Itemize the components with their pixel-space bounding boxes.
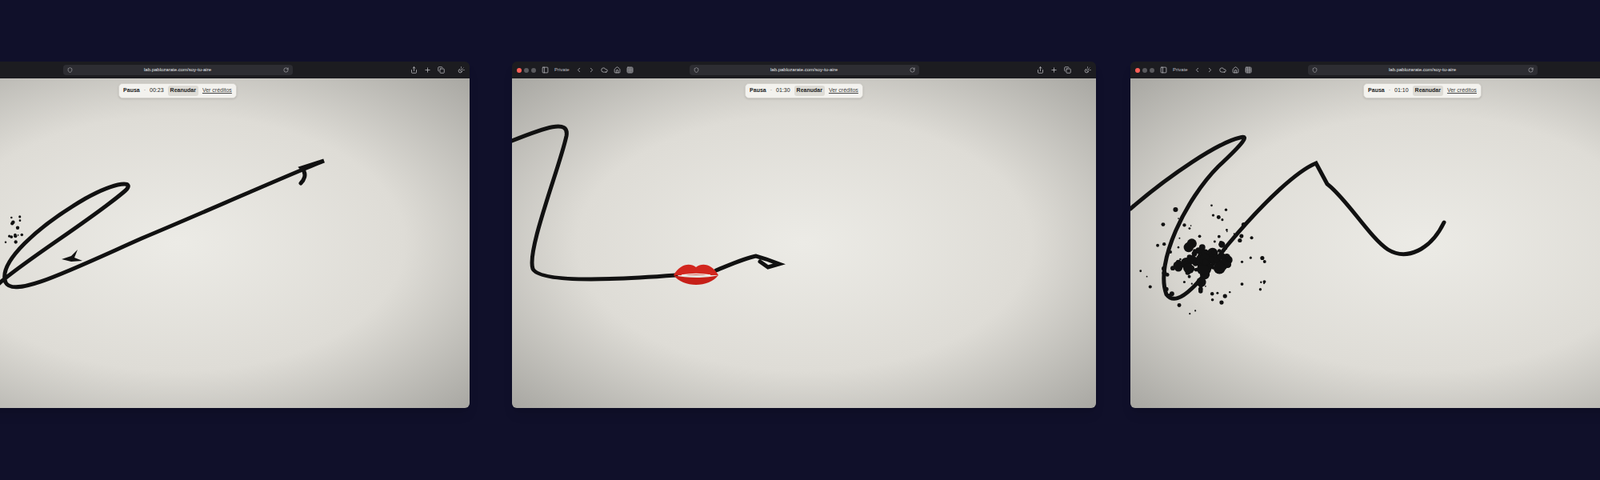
private-label: Private xyxy=(554,66,570,74)
reload-icon[interactable] xyxy=(283,67,289,73)
shield-icon xyxy=(693,67,700,73)
ink-stroke-drawing xyxy=(512,78,1096,408)
minimize-button[interactable] xyxy=(524,68,529,73)
cloud-icon[interactable] xyxy=(600,66,608,74)
tabs-icon[interactable] xyxy=(1064,66,1072,74)
browser-window: Private lab.pablozarate.com/soy-tu-aire Pa… xyxy=(1130,61,1600,408)
separator: · xyxy=(144,86,146,96)
tabs-icon[interactable] xyxy=(437,66,445,74)
forward-icon[interactable] xyxy=(1206,66,1214,74)
credits-link[interactable]: Ver créditos xyxy=(202,86,232,96)
private-label: Private xyxy=(1172,66,1188,74)
pause-button[interactable]: Pausa xyxy=(123,86,140,96)
cloud-icon[interactable] xyxy=(1219,66,1227,74)
page-canvas: Pausa ·00:23 ReanudarVer créditos xyxy=(0,78,470,408)
browser-toolbar: Private lab.pablozarate.com/soy-tu-aire xyxy=(1130,61,1600,79)
shield-icon xyxy=(67,67,73,73)
time-display: 00:23 xyxy=(149,86,164,96)
resume-button[interactable]: Reanudar xyxy=(1412,85,1444,96)
grid-icon[interactable] xyxy=(1244,66,1252,74)
credits-link[interactable]: Ver créditos xyxy=(828,86,859,96)
reload-icon[interactable] xyxy=(909,67,916,73)
minimize-button[interactable] xyxy=(1142,68,1148,73)
address-bar[interactable]: lab.pablozarate.com/soy-tu-aire xyxy=(689,64,920,76)
time-display: 01:30 xyxy=(776,86,791,96)
sidebar-icon[interactable] xyxy=(1160,66,1168,74)
url-text: lab.pablozarate.com/soy-tu-aire xyxy=(702,66,907,74)
reload-icon[interactable] xyxy=(1528,67,1534,73)
pause-button[interactable]: Pausa xyxy=(1368,86,1385,96)
playback-controls: Pausa· 01:30ReanudarVer créditos xyxy=(744,83,864,99)
separator: · xyxy=(770,86,772,96)
url-text: lab.pablozarate.com/soy-tu-aire xyxy=(76,66,280,74)
browser-toolbar: Private lab.pablozarate.com/soy-tu-aire xyxy=(512,61,1096,79)
close-button[interactable] xyxy=(1135,68,1140,73)
resume-button[interactable]: Reanudar xyxy=(794,85,825,96)
time-display: 01:10 xyxy=(1394,86,1409,96)
playback-controls: Pausa ·00:23 ReanudarVer créditos xyxy=(118,83,237,99)
showcase-background: lab.pablozarate.com/soy-tu-airePausa·00:… xyxy=(0,0,1600,480)
ink-stroke-drawing xyxy=(0,78,470,408)
pause-button[interactable]: Pausa xyxy=(749,86,767,96)
zoom-button[interactable] xyxy=(1149,68,1155,73)
page-canvas: Pausa·01:10ReanudarVer créditos xyxy=(1130,78,1600,408)
grid-icon[interactable] xyxy=(626,66,634,74)
page-canvas: Pausa· 01:30ReanudarVer créditos xyxy=(512,78,1096,408)
forward-icon[interactable] xyxy=(588,66,596,74)
close-button[interactable] xyxy=(516,68,522,73)
separator: · xyxy=(1388,86,1391,96)
browser-toolbar: lab.pablozarate.com/soy-tu-aire xyxy=(0,61,470,79)
browser-window: Private lab.pablozarate.com/soy-tu-aire Pa… xyxy=(512,61,1096,408)
share-icon[interactable] xyxy=(410,66,418,74)
credits-link[interactable]: Ver créditos xyxy=(1447,86,1477,96)
ink-stroke-drawing xyxy=(1130,78,1600,408)
url-text: lab.pablozarate.com/soy-tu-aire xyxy=(1320,66,1525,74)
sidebar-icon[interactable] xyxy=(541,66,549,74)
home-icon[interactable] xyxy=(1232,66,1240,74)
back-icon[interactable] xyxy=(1193,66,1201,74)
share-icon[interactable] xyxy=(1036,66,1044,74)
address-bar[interactable]: lab.pablozarate.com/soy-tu-aire xyxy=(63,64,293,76)
new-tab-icon[interactable] xyxy=(424,66,432,74)
red-lips xyxy=(673,264,719,285)
shield-icon xyxy=(1312,67,1318,73)
theme-icon[interactable] xyxy=(1084,66,1092,74)
address-bar[interactable]: lab.pablozarate.com/soy-tu-aire xyxy=(1308,64,1538,76)
new-tab-icon[interactable] xyxy=(1050,66,1058,74)
back-icon[interactable] xyxy=(575,66,583,74)
zoom-button[interactable] xyxy=(531,68,536,73)
browser-window: lab.pablozarate.com/soy-tu-aire Pausa ·00:… xyxy=(0,61,470,408)
home-icon[interactable] xyxy=(613,66,621,74)
theme-icon[interactable] xyxy=(457,66,465,74)
playback-controls: Pausa·01:10ReanudarVer créditos xyxy=(1363,83,1482,99)
resume-button[interactable]: Reanudar xyxy=(168,85,199,96)
